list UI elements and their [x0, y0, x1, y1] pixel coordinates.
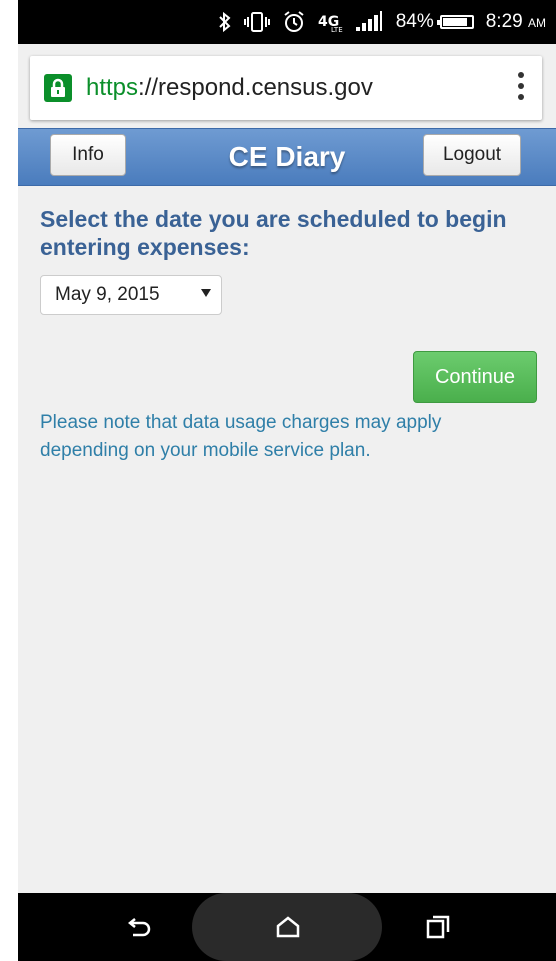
status-bar: 4G LTE 84% 8:29 AM	[18, 0, 556, 44]
recents-icon[interactable]	[408, 893, 468, 961]
url-separator: ://	[138, 74, 159, 101]
4g-lte-icon: 4G LTE	[318, 11, 344, 33]
data-usage-note: Please note that data usage charges may …	[40, 412, 442, 461]
bluetooth-icon	[218, 11, 232, 33]
lock-icon[interactable]	[44, 74, 72, 102]
vibrate-icon	[243, 11, 270, 33]
selected-date: May 9, 2015	[55, 284, 160, 305]
alarm-icon	[282, 10, 306, 34]
main-content: Select the date you are scheduled to beg…	[40, 205, 540, 461]
info-button[interactable]: Info	[50, 134, 126, 176]
phone-screen: 4G LTE 84% 8:29 AM https://respond.census…	[18, 0, 556, 961]
clock: 8:29 AM	[486, 11, 546, 33]
signal-icon	[355, 11, 384, 33]
url-scheme: https	[86, 74, 139, 101]
clock-ampm: AM	[528, 16, 546, 30]
home-icon[interactable]	[258, 893, 318, 961]
browser-menu-icon[interactable]	[518, 72, 524, 100]
battery-status: 84%	[396, 11, 474, 33]
continue-button[interactable]: Continue	[413, 351, 537, 403]
url-host: respond.census.gov	[158, 74, 373, 101]
logout-button[interactable]: Logout	[423, 134, 521, 176]
dropdown-arrow-icon	[201, 289, 211, 297]
navigation-bar	[18, 893, 556, 961]
url-bar[interactable]: https://respond.census.gov	[30, 56, 542, 120]
date-select[interactable]: May 9, 2015	[40, 275, 222, 315]
app-header: CE Diary Info Logout	[18, 128, 556, 186]
date-prompt: Select the date you are scheduled to beg…	[40, 206, 507, 260]
url-text[interactable]: https://respond.census.gov	[86, 74, 373, 102]
svg-text:LTE: LTE	[331, 26, 343, 33]
browser-toolbar: https://respond.census.gov	[18, 44, 556, 128]
clock-time: 8:29	[485, 11, 523, 32]
battery-percent: 84%	[395, 11, 434, 32]
back-icon[interactable]	[110, 893, 170, 961]
battery-icon	[436, 15, 474, 29]
